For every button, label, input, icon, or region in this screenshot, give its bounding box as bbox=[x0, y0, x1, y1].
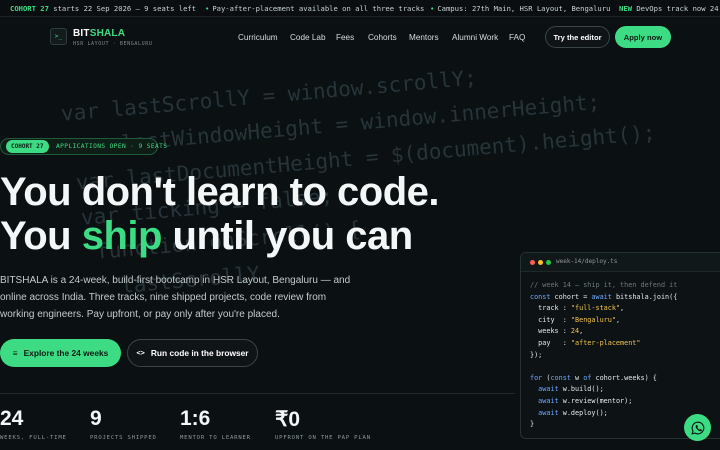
cohort-pill: COHORT 27 bbox=[6, 140, 49, 153]
nav-code-lab[interactable]: Code Lab bbox=[290, 33, 326, 42]
code-string: "full-stack" bbox=[570, 304, 621, 313]
stat-value: 9 bbox=[90, 407, 102, 430]
code-token: , bbox=[620, 304, 625, 313]
window-close-dot bbox=[530, 260, 535, 265]
headline-line2-after: until you can bbox=[161, 214, 414, 258]
ticker-item-pap: • Pay-after-placement available on all th… bbox=[205, 4, 424, 13]
ticker-cohort-text: starts 22 Sep 2026 — 9 seats left bbox=[53, 4, 197, 13]
code-number: 24 bbox=[570, 327, 580, 336]
code-token: w.build(); bbox=[558, 385, 604, 394]
headline-accent: ship bbox=[81, 214, 163, 258]
code-token: w.deploy(); bbox=[558, 408, 608, 417]
ticker-item-new: NEW DevOps track now 24 w bbox=[619, 4, 720, 13]
whatsapp-icon bbox=[690, 421, 704, 435]
code-card-header: week-14/deploy.ts bbox=[521, 253, 720, 272]
run-code-label: Run code in the browser bbox=[150, 348, 249, 358]
stat-label: WEEKS, FULL-TIME bbox=[0, 435, 67, 441]
nav-cohorts[interactable]: Cohorts bbox=[368, 33, 397, 42]
run-code-button[interactable]: <> Run code in the browser bbox=[127, 339, 258, 367]
logo-icon[interactable]: >_ bbox=[50, 28, 67, 45]
code-token: for bbox=[530, 373, 543, 382]
stats-divider bbox=[0, 393, 515, 394]
code-filename: week-14/deploy.ts bbox=[556, 258, 618, 265]
code-token: const bbox=[530, 292, 551, 301]
code-token: track : bbox=[530, 304, 571, 313]
nav-alumni-work[interactable]: Alumni Work bbox=[452, 33, 498, 42]
code-token: , bbox=[579, 327, 584, 336]
bullet-icon: • bbox=[430, 4, 435, 13]
code-token: }); bbox=[530, 350, 543, 359]
nav-curriculum[interactable]: Curriculum bbox=[238, 33, 278, 42]
code-token: weeks : bbox=[530, 327, 571, 336]
code-token: bitshala.join({ bbox=[611, 292, 678, 301]
code-token: pay : bbox=[530, 338, 571, 347]
code-preview-card: week-14/deploy.ts // week 14 — ship it, … bbox=[520, 252, 720, 439]
brand-tagline: HSR LAYOUT · BENGALURU bbox=[73, 41, 153, 47]
code-string: "after-placement" bbox=[570, 338, 641, 347]
stat-value: 24 bbox=[0, 407, 24, 430]
explore-weeks-label: Explore the 24 weeks bbox=[23, 348, 109, 358]
brand-name-part1: BIT bbox=[73, 28, 90, 39]
stat-label: UPFRONT ON THE PAP PLAN bbox=[275, 435, 371, 441]
window-maximize-dot bbox=[546, 260, 551, 265]
code-token: w bbox=[570, 373, 584, 382]
code-block: // week 14 — ship it, then defend it con… bbox=[530, 280, 677, 431]
code-token: await bbox=[530, 408, 559, 417]
ticker-item-cohort: COHORT 27 starts 22 Sep 2026 — 9 seats l… bbox=[10, 4, 196, 13]
nav-faq[interactable]: FAQ bbox=[509, 33, 525, 42]
code-token: , bbox=[615, 315, 621, 324]
bullet-icon: • bbox=[205, 4, 210, 13]
code-comment: // week 14 — ship it, then defend it bbox=[530, 281, 678, 289]
whatsapp-chat-button[interactable] bbox=[684, 414, 711, 441]
apply-now-button[interactable]: Apply now bbox=[615, 26, 671, 48]
headline-line2-before: You bbox=[0, 214, 82, 258]
code-icon: <> bbox=[136, 349, 145, 357]
code-string: "Bengaluru" bbox=[570, 315, 616, 324]
headline-line1: You don't learn to code. bbox=[0, 170, 440, 214]
nav-fees[interactable]: Fees bbox=[336, 33, 354, 42]
ticker-devops-text: DevOps track now 24 w bbox=[636, 4, 720, 13]
nav-mentors[interactable]: Mentors bbox=[409, 33, 439, 42]
ticker-pap-text: Pay-after-placement available on all thr… bbox=[212, 4, 425, 13]
code-token: w.review(mentor); bbox=[558, 396, 633, 405]
code-token: cohort = bbox=[550, 292, 592, 301]
try-editor-button[interactable]: Try the editor bbox=[545, 26, 610, 48]
bg-code-line: var lastScrollY = window.scrollY; bbox=[60, 65, 478, 126]
code-token: cohort.weeks) { bbox=[591, 373, 657, 382]
code-token: city : bbox=[530, 315, 571, 324]
code-token: await bbox=[591, 292, 612, 301]
explore-weeks-button[interactable]: ≡ Explore the 24 weeks bbox=[0, 339, 121, 367]
code-token: await bbox=[530, 396, 559, 405]
hero-description: BITSHALA is a 24-week, build-first bootc… bbox=[0, 275, 351, 320]
window-minimize-dot bbox=[538, 260, 543, 265]
ticker-campus-text: Campus: 27th Main, HSR Layout, Bengaluru bbox=[437, 4, 611, 13]
headline-line2: You ship until you can bbox=[0, 214, 413, 258]
stat-value: ₹0 bbox=[275, 408, 301, 431]
code-token: await bbox=[530, 385, 559, 394]
stat-label: MENTOR TO LEARNER bbox=[180, 435, 251, 441]
announcement-ticker: COHORT 27 starts 22 Sep 2026 — 9 seats l… bbox=[0, 0, 720, 17]
ticker-cohort-tag: COHORT 27 bbox=[10, 4, 49, 13]
ticker-item-campus: • Campus: 27th Main, HSR Layout, Bengalur… bbox=[430, 4, 610, 13]
code-token: const bbox=[550, 373, 571, 382]
stat-label: PROJECTS SHIPPED bbox=[90, 435, 157, 441]
ticker-new-tag: NEW bbox=[619, 4, 632, 13]
brand-name-part2: SHALA bbox=[89, 28, 126, 39]
code-token: } bbox=[530, 420, 535, 429]
stat-value: 1:6 bbox=[180, 407, 211, 430]
list-icon: ≡ bbox=[12, 348, 18, 358]
brand-name[interactable]: BITSHALA bbox=[73, 28, 125, 39]
applications-open-text: APPLICATIONS OPEN · 9 SEATS bbox=[56, 143, 168, 150]
